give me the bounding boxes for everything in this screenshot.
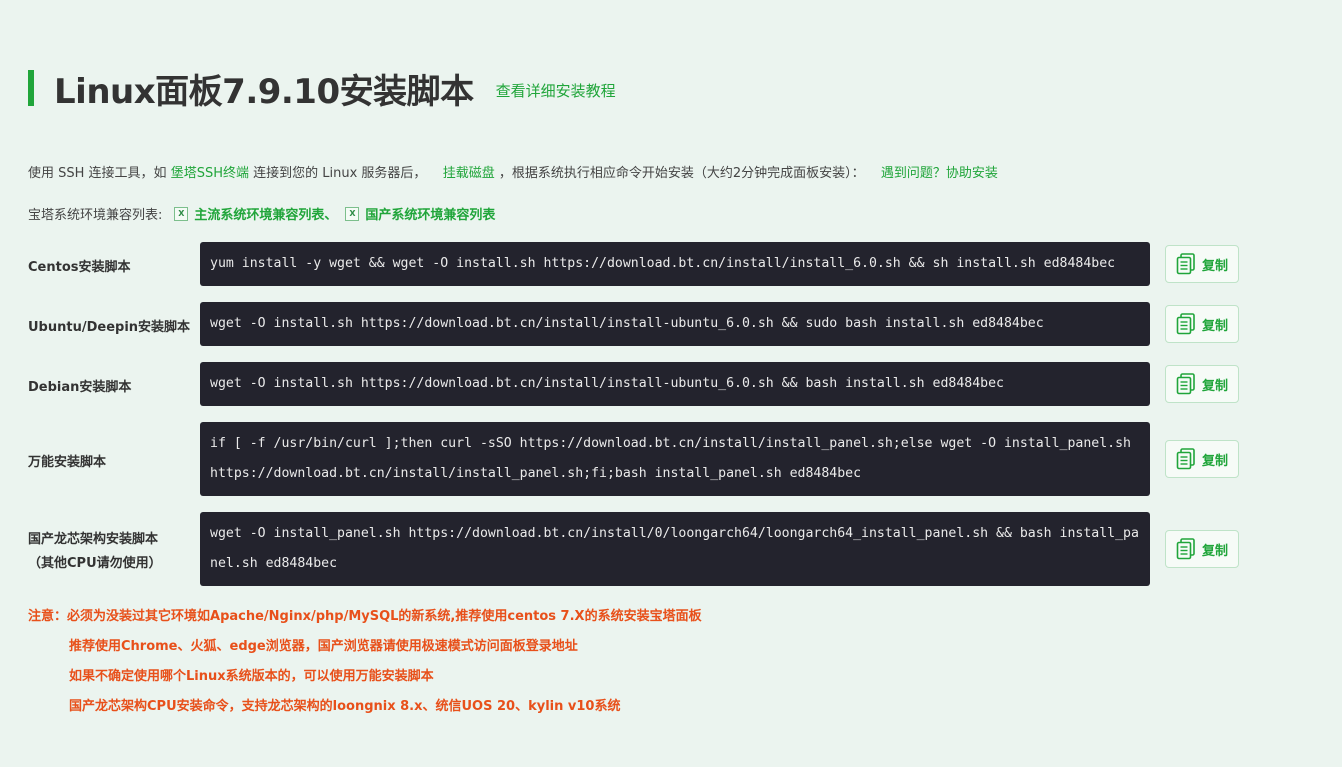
mount-disk-link[interactable]: 挂载磁盘 — [443, 166, 495, 181]
mainstream-compat-link[interactable]: X 主流系统环境兼容列表、 — [162, 204, 337, 223]
copy-label: 复制 — [1201, 453, 1228, 469]
note-line: 推荐使用Chrome、火狐、edge浏览器，国产浏览器请使用极速模式访问面板登录… — [28, 637, 702, 667]
help-install-link[interactable]: 遇到问题？协助安装 — [881, 166, 998, 181]
copy-button[interactable]: 复制 — [1165, 365, 1239, 403]
note-text: 国产龙芯架构CPU安装命令，支持龙芯架构的loongnix 8.x、统信UOS … — [69, 699, 621, 714]
script-label-text: 国产龙芯架构安装脚本 — [28, 532, 159, 547]
command-box[interactable]: yum install -y wget && wget -O install.s… — [200, 242, 1150, 286]
command-text[interactable]: if [ -f /usr/bin/curl ];then curl -sSO h… — [210, 436, 1139, 481]
script-label-text: Debian安装脚本 — [28, 380, 132, 395]
note-text: 推荐使用Chrome、火狐、edge浏览器，国产浏览器请使用极速模式访问面板登录… — [69, 639, 578, 654]
copy-button[interactable]: 复制 — [1165, 530, 1239, 568]
mainstream-compat-label: 主流系统环境兼容列表、 — [194, 208, 338, 223]
script-label-text: Centos安装脚本 — [28, 260, 131, 275]
script-label: Debian安装脚本 — [28, 376, 131, 395]
command-box[interactable]: wget -O install.sh https://download.bt.c… — [200, 302, 1150, 346]
copy-label: 复制 — [1201, 378, 1228, 394]
domestic-compat-label: 国产系统环境兼容列表 — [365, 208, 496, 223]
intro-text: 使用 SSH 连接工具，如 堡塔SSH终端 连接到您的 Linux 服务器后， … — [28, 162, 998, 181]
copy-icon — [1176, 538, 1195, 560]
command-text[interactable]: wget -O install.sh https://download.bt.c… — [210, 376, 1004, 391]
note-text: 如果不确定使用哪个Linux系统版本的，可以使用万能安装脚本 — [69, 669, 434, 684]
script-label-text: 万能安装脚本 — [28, 455, 107, 470]
page-title: Linux面板7.9.10安装脚本 — [54, 71, 474, 112]
compat-label: 宝塔系统环境兼容列表: — [28, 208, 163, 223]
copy-label: 复制 — [1201, 318, 1228, 334]
excel-icon: X — [345, 206, 360, 221]
note-line: 注意：必须为没装过其它环境如Apache/Nginx/php/MySQL的新系统… — [28, 607, 702, 637]
script-label-subtext: （其他CPU请勿使用） — [28, 556, 162, 571]
tutorial-link[interactable]: 查看详细安装教程 — [496, 80, 616, 101]
script-label: Centos安装脚本 — [28, 256, 131, 275]
excel-icon: X — [174, 206, 189, 221]
ssh-terminal-link[interactable]: 堡塔SSH终端 — [171, 166, 249, 181]
command-text[interactable]: wget -O install.sh https://download.bt.c… — [210, 316, 1044, 331]
command-box[interactable]: if [ -f /usr/bin/curl ];then curl -sSO h… — [200, 422, 1150, 496]
script-label-text: Ubuntu/Deepin安装脚本 — [28, 320, 191, 335]
copy-icon — [1176, 448, 1195, 470]
note-line: 国产龙芯架构CPU安装命令，支持龙芯架构的loongnix 8.x、统信UOS … — [28, 697, 702, 727]
copy-label: 复制 — [1201, 543, 1228, 559]
command-box[interactable]: wget -O install_panel.sh https://downloa… — [200, 512, 1150, 586]
copy-label: 复制 — [1201, 258, 1228, 274]
command-box[interactable]: wget -O install.sh https://download.bt.c… — [200, 362, 1150, 406]
copy-button[interactable]: 复制 — [1165, 245, 1239, 283]
note-prefix: 注意： — [28, 609, 68, 624]
title-accent-bar — [28, 70, 34, 106]
command-text[interactable]: yum install -y wget && wget -O install.s… — [210, 256, 1115, 271]
page-header: Linux面板7.9.10安装脚本 查看详细安装教程 — [28, 68, 616, 112]
copy-icon — [1176, 313, 1195, 335]
script-label: Ubuntu/Deepin安装脚本 — [28, 316, 190, 335]
intro-part2: 连接到您的 Linux 服务器后， — [253, 166, 427, 181]
install-notes: 注意：必须为没装过其它环境如Apache/Nginx/php/MySQL的新系统… — [28, 607, 702, 727]
copy-button[interactable]: 复制 — [1165, 305, 1239, 343]
copy-icon — [1176, 373, 1195, 395]
domestic-compat-link[interactable]: X 国产系统环境兼容列表 — [337, 204, 495, 223]
copy-icon — [1176, 253, 1195, 275]
script-label: 国产龙芯架构安装脚本 （其他CPU请勿使用） — [28, 528, 162, 576]
compat-list: 宝塔系统环境兼容列表: X 主流系统环境兼容列表、 X 国产系统环境兼容列表 — [28, 204, 495, 223]
intro-part1: 使用 SSH 连接工具，如 — [28, 166, 167, 181]
copy-button[interactable]: 复制 — [1165, 440, 1239, 478]
script-label: 万能安装脚本 — [28, 451, 106, 470]
command-text[interactable]: wget -O install_panel.sh https://downloa… — [210, 526, 1139, 571]
note-text: 必须为没装过其它环境如Apache/Nginx/php/MySQL的新系统,推荐… — [67, 609, 702, 624]
note-line: 如果不确定使用哪个Linux系统版本的，可以使用万能安装脚本 — [28, 667, 702, 697]
intro-part3: ，根据系统执行相应命令开始安装（大约2分钟完成面板安装）： — [498, 166, 865, 181]
